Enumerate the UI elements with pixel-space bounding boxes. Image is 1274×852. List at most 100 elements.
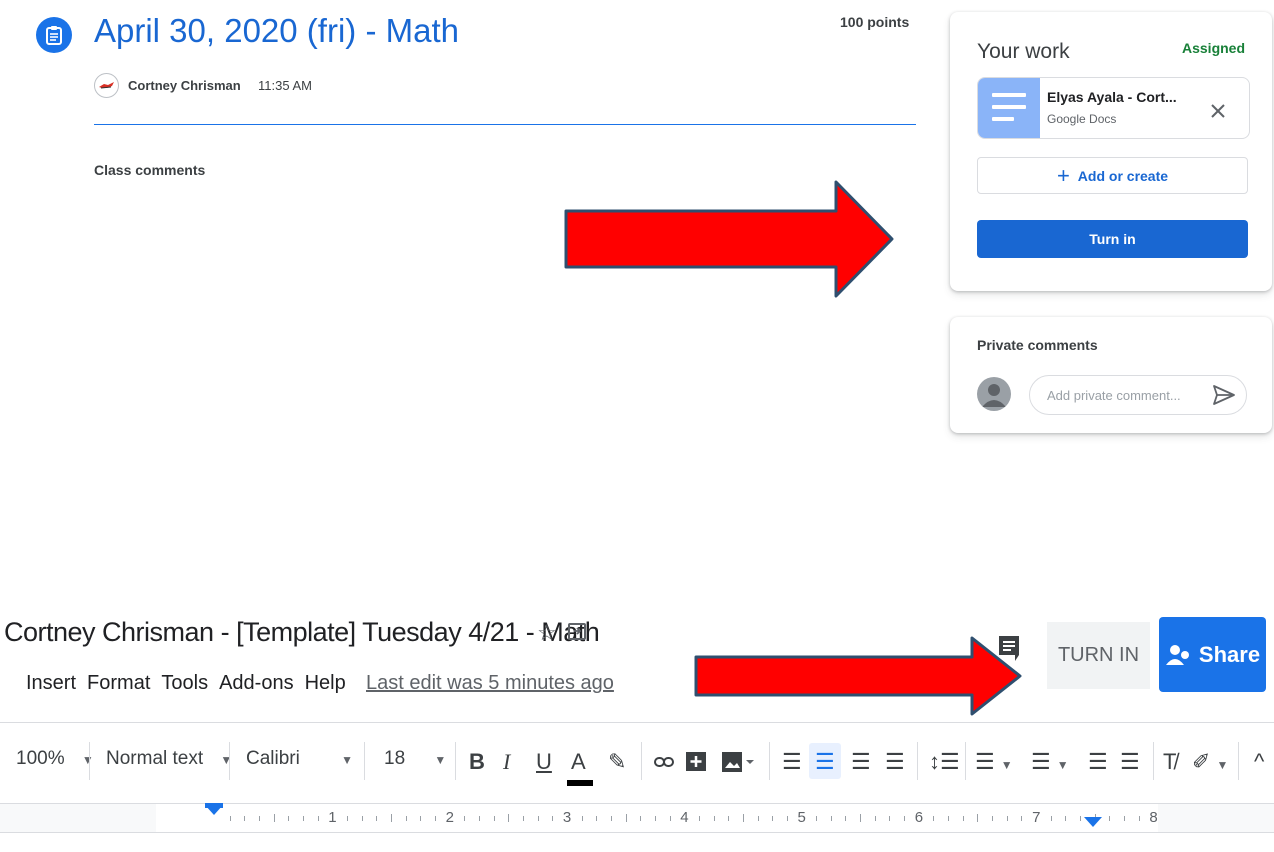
share-label: Share (1198, 641, 1261, 667)
ruler-tick (552, 816, 554, 821)
turn-in-button[interactable]: Turn in (977, 220, 1248, 258)
decrease-indent-icon[interactable]: ☰ (1088, 751, 1108, 773)
ruler-tick (728, 816, 730, 821)
ruler-tick (669, 816, 671, 821)
ruler-tick (830, 816, 832, 821)
add-comment-icon[interactable] (685, 751, 707, 779)
send-icon (1213, 385, 1235, 405)
ruler-tick (273, 814, 275, 822)
ruler-tick (405, 816, 407, 821)
line-spacing-icon[interactable]: ↕☰ (929, 751, 960, 773)
ruler-tick (845, 816, 847, 821)
highlight-icon[interactable]: ✎ (608, 751, 626, 773)
toolbar-separator (455, 742, 456, 780)
ruler-tick (581, 816, 583, 821)
font-select[interactable]: Calibri ▼ (246, 748, 353, 770)
ruler-tick (317, 816, 319, 821)
clear-formatting-icon[interactable]: T̸ (1163, 751, 1176, 773)
assignment-title: April 30, 2020 (fri) - Math (94, 12, 459, 49)
text-color-icon[interactable]: A (571, 751, 586, 773)
ruler-tick (537, 816, 539, 821)
toolbar-separator (769, 742, 770, 780)
insert-image-icon[interactable] (721, 751, 755, 777)
underline-icon[interactable]: U (536, 751, 552, 773)
ruler-tick (361, 816, 363, 821)
document-title[interactable]: Cortney Chrisman - [Template] Tuesday 4/… (4, 617, 600, 648)
class-comments-link[interactable]: Class comments (94, 162, 205, 178)
align-left-icon[interactable]: ☰ (782, 751, 802, 773)
ruler[interactable]: 1 2 3 4 5 6 7 8 (0, 803, 1274, 833)
move-to-folder-icon[interactable] (566, 620, 588, 642)
attachment-type: Google Docs (1047, 112, 1117, 126)
your-work-title: Your work (977, 40, 1070, 63)
author-avatar (94, 73, 119, 98)
align-right-icon[interactable]: ☰ (851, 751, 871, 773)
ruler-tick (904, 816, 906, 821)
paragraph-style-value: Normal text (106, 748, 204, 769)
header-divider (94, 124, 916, 125)
user-avatar (977, 377, 1011, 411)
last-edit-link[interactable]: Last edit was 5 minutes ago (366, 672, 614, 695)
bulleted-list-icon[interactable]: ☰ ▼ (1031, 751, 1069, 773)
ruler-tick (522, 816, 524, 821)
toolbar-separator (917, 742, 918, 780)
ruler-tick (962, 816, 964, 821)
numbered-list-icon[interactable]: ☰ ▼ (975, 751, 1013, 773)
increase-indent-icon[interactable]: ☰ (1120, 751, 1140, 773)
ruler-tick (508, 814, 510, 822)
toolbar-separator (965, 742, 966, 780)
menu-add-ons[interactable]: Add-ons (219, 672, 294, 695)
chevron-down-icon: ▼ (220, 753, 233, 767)
zoom-value: 100% (16, 748, 65, 769)
font-size-value: 18 (384, 748, 406, 769)
ruler-tick (874, 816, 876, 821)
star-icon[interactable]: ☆ (537, 620, 557, 646)
add-or-create-button[interactable]: + Add or create (977, 157, 1248, 194)
paragraph-style-select[interactable]: Normal text ▼ (106, 748, 232, 770)
annotation-arrow-turn-in (564, 180, 894, 298)
private-comments-title: Private comments (977, 337, 1098, 353)
ruler-tick (1006, 816, 1008, 821)
zoom-select[interactable]: 100% ▼ (16, 748, 94, 770)
chevron-down-icon: ▼ (81, 753, 94, 767)
share-button[interactable]: Share (1159, 617, 1266, 692)
ruler-tick (640, 816, 642, 821)
justify-icon[interactable]: ☰ (885, 751, 905, 773)
italic-icon[interactable]: I (503, 751, 510, 773)
font-size-select[interactable]: 18 ▼ (384, 748, 446, 770)
ruler-number: 7 (1032, 809, 1041, 826)
toolbar-separator (1153, 742, 1154, 780)
remove-attachment-button[interactable] (1204, 97, 1232, 125)
send-button[interactable] (1212, 384, 1236, 406)
menu-insert[interactable]: Insert (26, 672, 76, 695)
toolbar-divider (0, 722, 1274, 723)
left-indent-marker[interactable] (205, 805, 223, 815)
add-or-create-label: Add or create (1077, 167, 1169, 184)
editing-mode-icon[interactable]: ✐ ▼ (1192, 751, 1228, 773)
menu-format[interactable]: Format (87, 672, 150, 695)
toolbar-separator (364, 742, 365, 780)
ruler-tick (464, 816, 466, 821)
ruler-tick (860, 814, 862, 822)
right-indent-marker[interactable] (1084, 817, 1102, 827)
ruler-tick (244, 816, 246, 821)
ruler-tick (1050, 816, 1052, 821)
ruler-tick (610, 816, 612, 821)
ruler-tick (698, 816, 700, 821)
ruler-tick (1065, 816, 1067, 821)
align-center-icon[interactable]: ☰ (815, 751, 835, 773)
menu-tools[interactable]: Tools (161, 672, 208, 695)
ruler-tick (772, 816, 774, 821)
attachment-name[interactable]: Elyas Ayala - Cort... (1047, 89, 1177, 105)
link-icon[interactable] (653, 751, 675, 777)
toolbar-separator (641, 742, 642, 780)
ruler-tick (1124, 816, 1126, 821)
ruler-tick (786, 816, 788, 821)
ruler-number: 3 (562, 809, 572, 826)
docs-turn-in-button[interactable]: TURN IN (1047, 622, 1150, 689)
ruler-tick (816, 816, 818, 821)
chevron-up-icon[interactable]: ^ (1254, 751, 1264, 773)
menu-help[interactable]: Help (305, 672, 346, 695)
ruler-number: 5 (797, 809, 806, 826)
bold-icon[interactable]: B (469, 751, 485, 773)
